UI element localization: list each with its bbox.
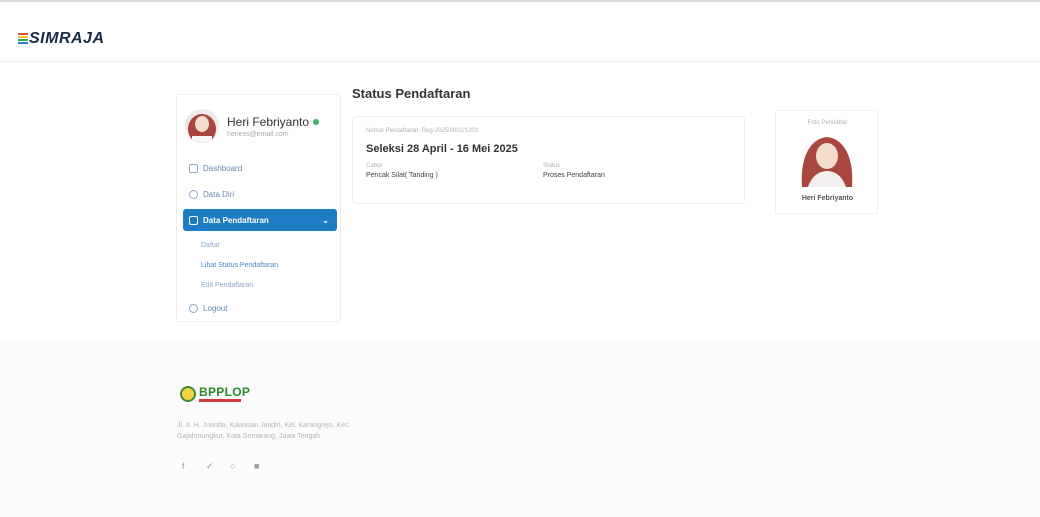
logout-button[interactable]: Logout (183, 297, 337, 319)
footer-logo-text: BPPLOP (199, 385, 251, 399)
cabor-label: Cabor (366, 163, 383, 169)
selection-period: Seleksi 28 April - 16 Mei 2025 (366, 143, 518, 155)
submenu-item-daftar[interactable]: Daftar (183, 235, 337, 255)
registration-status-card: Nomor Pendaftaran: Reg-2025/0002/1203 Se… (352, 116, 745, 204)
submenu-item-lihat-status[interactable]: Lihat Status Pendaftaran (183, 255, 337, 275)
brand-mark-icon (18, 33, 28, 45)
sidebar-item-data-pendaftaran[interactable]: Data Pendaftaran ⌄ (183, 209, 337, 231)
facebook-icon[interactable]: f (182, 461, 206, 472)
applicant-photo (794, 131, 860, 187)
chevron-down-icon: ⌄ (322, 215, 329, 225)
photo-caption: Foto Pendaftar (807, 120, 848, 126)
page-body: Heri Febriyanto heriexs@email.com Dashbo… (0, 62, 1040, 342)
applicant-photo-card: Foto Pendaftar Heri Febriyanto (775, 110, 878, 214)
brand-logo[interactable]: SIMRAJA (18, 30, 105, 48)
submenu-item-edit-pendaftaran[interactable]: Edit Pendaftaran (183, 275, 337, 295)
home-icon (189, 215, 198, 225)
user-icon (189, 189, 198, 199)
status-value: Proses Pendaftaran (543, 172, 605, 179)
user-profile[interactable]: Heri Febriyanto heriexs@email.com (185, 107, 335, 145)
sidebar-menu: Dashboard Data Diri Data Pendaftaran ⌄ D… (183, 157, 337, 323)
social-links: f ✓ ○ ■ (182, 461, 278, 472)
sidebar-item-dashboard[interactable]: Dashboard (183, 157, 337, 179)
emblem-icon (180, 386, 196, 402)
youtube-icon[interactable]: ■ (254, 461, 278, 472)
user-email: heriexs@email.com (227, 130, 289, 138)
status-label: Status (543, 163, 561, 169)
user-name: Heri Febriyanto (227, 114, 310, 129)
header-bar: SIMRAJA (0, 14, 1040, 62)
instagram-icon[interactable]: ○ (230, 461, 254, 472)
logout-icon (189, 303, 198, 313)
logo-ribbon (199, 399, 241, 402)
registration-number: Nomor Pendaftaran: Reg-2025/0002/1203 (366, 128, 479, 134)
main-content: Status Pendaftaran Nomor Pendaftaran: Re… (352, 86, 882, 236)
sidebar-item-label: Data Pendaftaran (203, 215, 269, 225)
sidebar-item-label: Data Diri (203, 189, 235, 199)
logout-label: Logout (203, 303, 228, 313)
sidebar-item-label: Dashboard (203, 163, 243, 173)
sidebar: Heri Febriyanto heriexs@email.com Dashbo… (176, 94, 341, 322)
top-border (0, 0, 1040, 14)
twitter-icon[interactable]: ✓ (206, 461, 230, 472)
brand-name: SIMRAJA (29, 30, 105, 47)
dashboard-icon (189, 163, 198, 173)
applicant-name: Heri Febriyanto (801, 195, 854, 202)
avatar (185, 109, 219, 143)
page-title: Status Pendaftaran (352, 86, 471, 101)
footer-address: Jl. Ir. H. Juanda, Kawasan Jatidiri, Kel… (177, 422, 351, 440)
footer: BPPLOP Jl. Ir. H. Juanda, Kawasan Jatidi… (0, 342, 1040, 517)
sidebar-item-data-diri[interactable]: Data Diri (183, 183, 337, 205)
online-status-icon (313, 118, 320, 125)
cabor-value: Pencak Silat( Tanding ) (366, 172, 438, 179)
avatar-icon (185, 109, 219, 143)
footer-logo: BPPLOP (180, 386, 250, 402)
